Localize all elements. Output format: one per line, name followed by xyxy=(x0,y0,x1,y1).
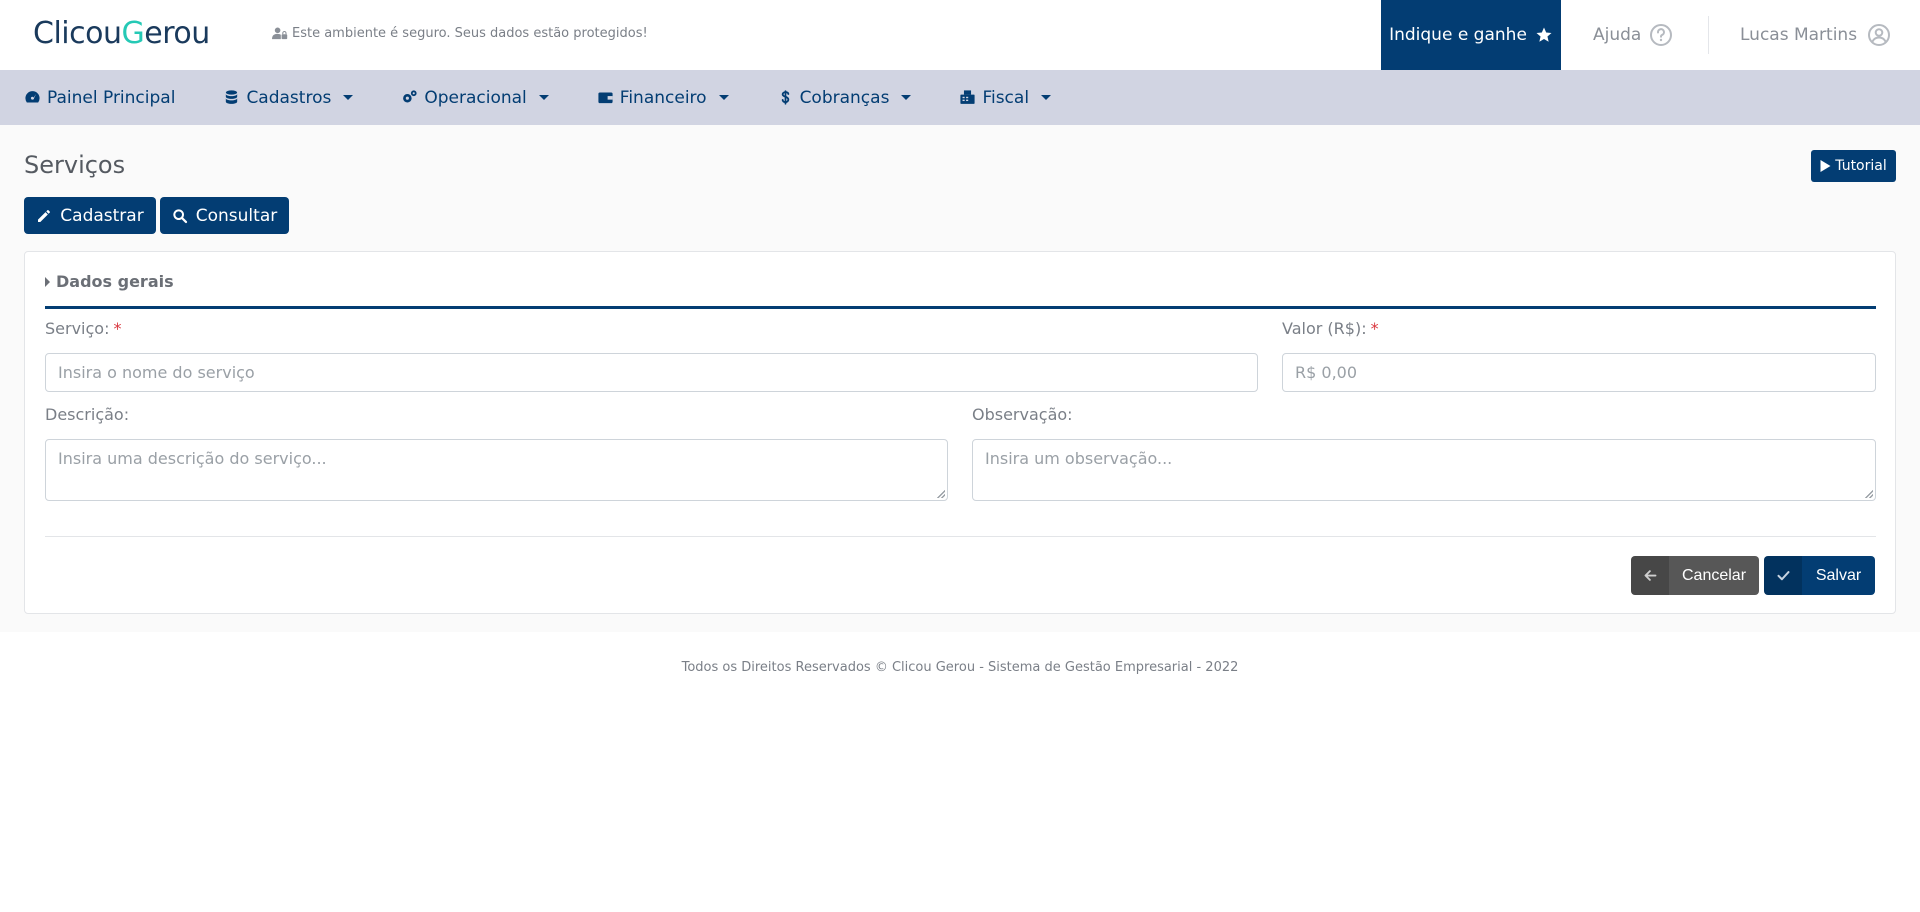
nav-cobrancas[interactable]: Cobranças xyxy=(777,88,912,108)
form-divider xyxy=(45,536,1876,537)
database-icon xyxy=(226,90,238,104)
ajuda-link[interactable]: Ajuda xyxy=(1593,0,1673,70)
chevron-down-icon xyxy=(1041,95,1052,100)
pencil-icon xyxy=(38,209,51,222)
play-icon xyxy=(1820,160,1831,172)
secure-notice: Este ambiente é seguro. Seus dados estão… xyxy=(272,26,648,41)
help-circle-icon xyxy=(1650,24,1673,46)
section-divider xyxy=(45,306,1876,309)
user-circle-icon xyxy=(1868,24,1891,46)
resize-handle[interactable] xyxy=(1865,490,1873,498)
tutorial-button[interactable]: Tutorial xyxy=(1811,150,1896,182)
main-content: Serviços Tutorial Cadastrar Consultar Da… xyxy=(0,125,1920,632)
logo[interactable]: ClicouGerou xyxy=(33,16,210,51)
user-lock-icon xyxy=(272,27,288,40)
wallet-icon xyxy=(598,92,613,104)
arrow-left-icon xyxy=(1631,556,1669,595)
fiscal-icon xyxy=(960,90,976,104)
footer-copyright: Todos os Direitos Reservados © Clicou Ge… xyxy=(681,660,1239,675)
nav-operacional[interactable]: Operacional xyxy=(401,88,549,108)
save-button[interactable]: Salvar xyxy=(1764,556,1875,595)
section-toggle-dados-gerais[interactable]: Dados gerais xyxy=(45,272,174,291)
chevron-down-icon xyxy=(538,95,549,100)
observacao-label: Observação: xyxy=(972,405,1073,424)
nav-financeiro[interactable]: Financeiro xyxy=(597,88,729,108)
header-divider xyxy=(1708,16,1709,54)
chevron-down-icon xyxy=(901,95,912,100)
valor-label: Valor (R$): * xyxy=(1282,319,1379,338)
nav-fiscal[interactable]: Fiscal xyxy=(959,88,1052,108)
dollar-icon xyxy=(781,90,789,105)
servico-label: Serviço: * xyxy=(45,319,122,338)
main-nav: Painel Principal Cadastros Operacional F… xyxy=(0,70,1920,125)
resize-handle[interactable] xyxy=(937,490,945,498)
indique-e-ganhe-button[interactable]: Indique e ganhe xyxy=(1381,0,1561,70)
descricao-textarea[interactable]: Insira uma descrição do serviço... xyxy=(45,439,948,501)
valor-input[interactable]: R$ 0,00 xyxy=(1282,353,1876,392)
gears-icon xyxy=(403,90,417,103)
form-card: Dados gerais Serviço: * Insira o nome do … xyxy=(24,251,1896,614)
top-header: ClicouGerou Este ambiente é seguro. Seus… xyxy=(0,0,1920,70)
user-menu[interactable]: Lucas Martins xyxy=(1740,0,1891,70)
caret-right-icon xyxy=(45,276,50,287)
check-icon xyxy=(1764,556,1802,595)
search-icon xyxy=(173,208,187,223)
dashboard-icon xyxy=(25,91,40,103)
chevron-down-icon xyxy=(718,95,729,100)
cancel-button[interactable]: Cancelar xyxy=(1631,556,1759,595)
star-icon xyxy=(1536,27,1552,42)
servico-input[interactable]: Insira o nome do serviço xyxy=(45,353,1258,392)
nav-painel-principal[interactable]: Painel Principal xyxy=(24,88,175,108)
nav-cadastros[interactable]: Cadastros xyxy=(223,88,354,108)
cadastrar-button[interactable]: Cadastrar xyxy=(24,197,156,234)
observacao-textarea[interactable]: Insira um observação... xyxy=(972,439,1876,501)
consultar-button[interactable]: Consultar xyxy=(160,197,289,234)
page-title: Serviços xyxy=(24,151,126,179)
descricao-label: Descrição: xyxy=(45,405,130,424)
chevron-down-icon xyxy=(343,95,354,100)
